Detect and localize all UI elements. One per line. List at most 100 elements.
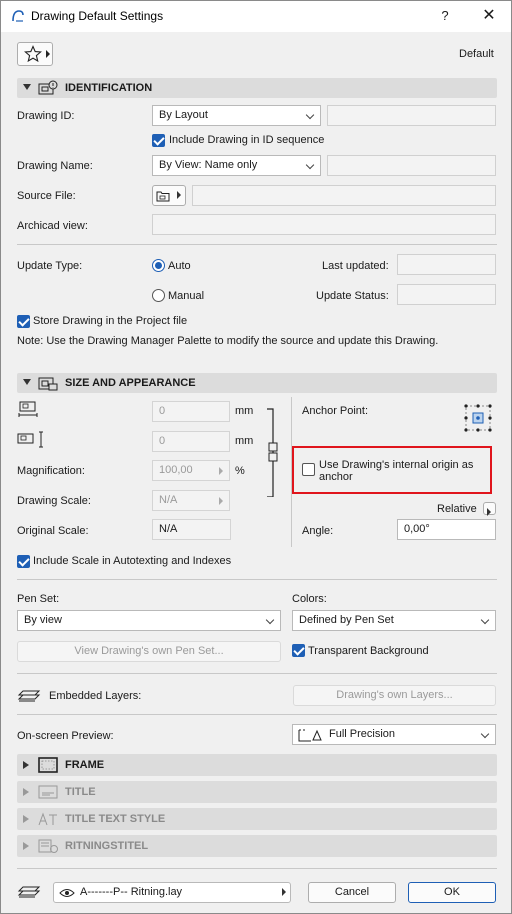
cancel-button[interactable]: Cancel (308, 882, 396, 903)
star-icon (24, 45, 42, 63)
link-chain-icon[interactable] (265, 407, 281, 497)
divider (17, 579, 497, 580)
pen-set-select[interactable]: By view (17, 610, 281, 631)
angle-field[interactable]: 0,00° (397, 519, 496, 540)
size-appearance-title: SIZE AND APPEARANCE (65, 377, 196, 389)
close-button[interactable]: ✕ (477, 5, 501, 27)
colors-select[interactable]: Defined by Pen Set (292, 610, 496, 631)
width-unit: mm (235, 405, 254, 417)
size-appearance-icon (38, 377, 58, 391)
title-header: TITLE (17, 781, 497, 803)
view-pen-set-button[interactable]: View Drawing's own Pen Set... (17, 641, 281, 662)
ok-button[interactable]: OK (408, 882, 496, 903)
favorites-button[interactable] (17, 42, 53, 66)
anchor-point-picker-icon[interactable] (461, 401, 495, 435)
update-auto-radio[interactable] (152, 259, 165, 272)
expand-arrow-icon (23, 815, 29, 823)
archicad-view-field (152, 214, 496, 235)
expand-arrow-icon (23, 788, 29, 796)
identification-title: IDENTIFICATION (65, 82, 153, 94)
eye-icon (59, 889, 75, 897)
frame-header[interactable]: FRAME (17, 754, 497, 776)
update-manual-radio[interactable] (152, 289, 165, 302)
divider (17, 673, 497, 674)
drawing-id-value: By Layout (159, 109, 208, 121)
width-value: 0 (159, 405, 166, 417)
width-icon (18, 401, 38, 417)
embedded-layers-label: Embedded Layers: (49, 690, 142, 702)
relative-button[interactable] (483, 502, 496, 516)
transparent-background-checkbox[interactable] (292, 644, 305, 657)
original-scale-value: N/A (159, 523, 178, 535)
magnification-label: Magnification: (17, 465, 85, 477)
update-status-label: Update Status: (316, 290, 389, 302)
layers-icon (17, 690, 41, 702)
update-auto-label: Auto (168, 260, 191, 272)
width-field: 0 (152, 401, 230, 422)
relative-label: Relative (437, 503, 477, 515)
drawing-name-select[interactable]: By View: Name only (152, 155, 321, 176)
drawing-id-select[interactable]: By Layout (152, 105, 321, 126)
preview-select[interactable]: Full Precision (292, 724, 496, 745)
store-in-project-checkbox[interactable] (17, 315, 30, 328)
title-text-style-header: TITLE TEXT STYLE (17, 808, 497, 830)
layer-value: A-------P-- Ritning.lay (80, 886, 183, 898)
height-icon (17, 431, 43, 448)
favorites-default-label: Default (459, 48, 494, 60)
drawing-name-value: By View: Name only (159, 159, 258, 171)
frame-icon (38, 757, 58, 773)
drawing-scale-value: N/A (159, 494, 178, 506)
update-manual-label: Manual (168, 290, 205, 302)
update-type-label: Update Type: (17, 260, 83, 272)
ritningstitel-title: RITNINGSTITEL (65, 840, 149, 852)
drawing-name-custom-field[interactable] (327, 155, 496, 176)
include-in-sequence-checkbox[interactable] (152, 134, 165, 147)
size-appearance-header[interactable]: SIZE AND APPEARANCE (17, 373, 497, 393)
drawing-name-label: Drawing Name: (17, 160, 93, 172)
magnification-field: 100,00 (152, 460, 230, 481)
own-layers-button[interactable]: Drawing's own Layers... (293, 685, 496, 706)
pen-set-label: Pen Set: (17, 593, 60, 605)
angle-value: 0,00° (404, 523, 430, 535)
original-scale-label: Original Scale: (17, 525, 89, 537)
height-value: 0 (159, 435, 166, 447)
archicad-view-label: Archicad view: (17, 220, 88, 232)
custom-settings-icon (38, 839, 58, 853)
colors-label: Colors: (292, 593, 327, 605)
divider (17, 868, 497, 869)
last-updated-label: Last updated: (322, 260, 389, 272)
source-file-type-button[interactable] (152, 185, 186, 206)
text-style-icon (38, 812, 57, 826)
include-scale-checkbox[interactable] (17, 555, 30, 568)
source-file-label: Source File: (17, 190, 76, 202)
height-field: 0 (152, 431, 230, 452)
source-file-field (192, 185, 496, 206)
divider (17, 714, 497, 715)
archicad-icon (12, 10, 24, 22)
update-status-field (397, 284, 496, 305)
drawing-scale-field: N/A (152, 490, 230, 511)
collapse-arrow-icon (23, 379, 31, 385)
magnification-arrow-icon (219, 467, 223, 475)
collapse-arrow-icon (23, 84, 31, 90)
store-in-project-label: Store Drawing in the Project file (33, 315, 188, 327)
identification-header[interactable]: IDENTIFICATION (17, 78, 497, 98)
preview-label: On-screen Preview: (17, 730, 114, 742)
title-icon (38, 785, 58, 799)
layer-icon (17, 886, 41, 898)
use-internal-origin-label: Use Drawing's internal origin as anchor (319, 459, 474, 483)
height-unit: mm (235, 435, 254, 447)
precision-icon (298, 729, 322, 742)
layer-select[interactable]: A-------P-- Ritning.lay (53, 882, 291, 903)
drawing-scale-arrow-icon (219, 497, 223, 505)
include-scale-label: Include Scale in Autotexting and Indexes (33, 555, 232, 567)
help-button[interactable]: ? (433, 5, 457, 27)
magnification-value: 100,00 (159, 464, 193, 476)
drawing-scale-label: Drawing Scale: (17, 495, 91, 507)
expand-arrow-icon (23, 761, 29, 769)
pen-set-value: By view (24, 614, 62, 626)
last-updated-field (397, 254, 496, 275)
drawing-id-custom-field[interactable] (327, 105, 496, 126)
use-internal-origin-checkbox[interactable] (302, 463, 315, 476)
identification-icon (38, 80, 58, 95)
